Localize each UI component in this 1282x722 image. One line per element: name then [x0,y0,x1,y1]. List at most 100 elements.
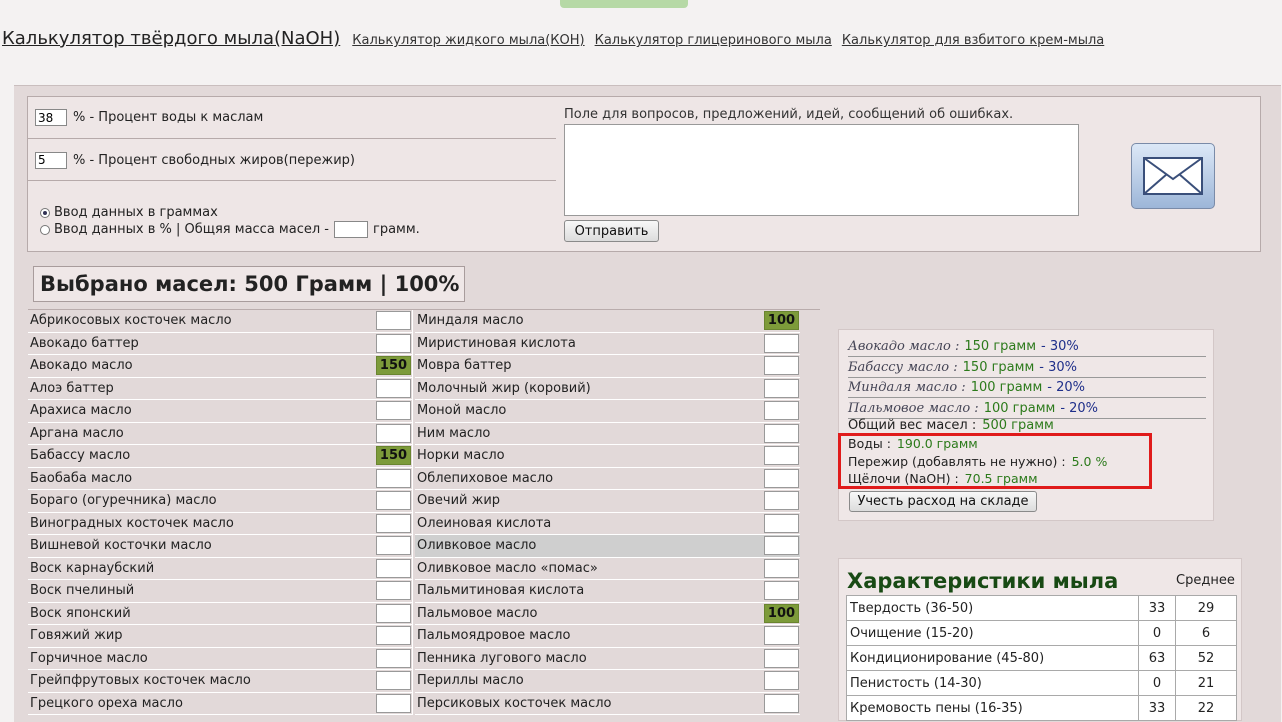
oil-table-row: Говяжий жир Пальмоядровое масло [28,625,820,648]
oil-name: Воск карнаубский [30,560,155,576]
settings-panel: % - Процент воды к маслам % - Процент св… [27,96,559,252]
oil-table-row: Бораго (огуречника) масло Овечий жир [28,490,820,513]
oil-name: Арахиса масло [30,403,132,419]
superfat-percent-input[interactable] [35,151,67,169]
oil-name: Бабассу масло [30,448,131,464]
oil-quantity-input[interactable] [376,558,411,578]
oil-name: Абрикосовых косточек масло [30,313,232,329]
nav-link-glycerin-soap[interactable]: Калькулятор глицеринового мыла [595,33,832,48]
superfat-percent-label: % - Процент свободных жиров(пережир) [73,152,355,168]
oil-quantity-input[interactable] [376,603,411,623]
oil-name: Бораго (огуречника) масло [30,493,217,509]
summary-oil-name: Авокадо масло : [848,338,960,354]
oil-quantity-input[interactable] [376,648,411,668]
property-name: Твердость (36-50) [847,596,1139,620]
oil-quantity-input[interactable] [764,581,799,601]
radio-percent[interactable] [40,224,50,235]
property-row: Пенистость (14-30) 0 21 [847,671,1236,696]
property-average: 52 [1197,650,1215,666]
oil-item: Пенника лугового масло [415,648,800,670]
oil-quantity-input[interactable]: 100 [764,311,799,331]
radio-grams-option[interactable]: Ввод данных в граммах [40,204,420,221]
total-mass-input[interactable] [333,221,368,238]
envelope-icon[interactable] [1131,143,1215,209]
oil-table-row: Грейпфрутовых косточек масло Периллы масл… [28,670,820,693]
oil-table-row: Грецкого ореха масло Персиковых косточек … [28,692,820,715]
oil-quantity-input[interactable] [376,401,411,421]
oil-item: Пальмовое масло 100 [415,603,800,625]
summary-oil-percent: - 20% [1047,379,1086,395]
oil-item: Облепиховое масло [415,468,800,490]
oil-name: Алоэ баттер [30,380,114,396]
feedback-textarea[interactable] [564,124,1079,216]
results-highlight-box [838,433,1152,489]
oil-item: Авокадо баттер [28,332,413,355]
input-mode-group: Ввод данных в граммах Ввод данных в % | … [40,204,420,238]
oil-quantity-input[interactable] [376,333,411,353]
oil-quantity-input[interactable] [764,648,799,668]
oil-quantity-input[interactable] [764,378,799,398]
property-average: 29 [1197,600,1215,616]
oil-quantity-input[interactable] [376,378,411,398]
oil-name: Говяжий жир [30,628,123,644]
oil-name: Пальмитиновая кислота [417,583,585,599]
property-name: Очищение (15-20) [847,621,1139,645]
oil-quantity-input[interactable]: 150 [376,356,411,376]
oil-quantity-input[interactable] [376,513,411,533]
oil-name: Периллы масло [417,673,524,689]
oil-quantity-input[interactable]: 100 [764,603,799,623]
oil-quantity-input[interactable] [764,356,799,376]
water-percent-input[interactable] [35,109,67,126]
property-row: Кондиционирование (45-80) 63 52 [847,646,1236,671]
grams-unit-label: грамм. [372,222,420,237]
radio-percent-option[interactable]: Ввод данных в % | Общяя масса масел - гр… [40,221,420,238]
oil-quantity-input[interactable] [764,513,799,533]
oil-name: Облепиховое масло [417,470,554,486]
oil-quantity-input[interactable] [764,423,799,443]
oil-table-row: Бабассу масло 150 Норки масло [28,445,820,468]
oil-quantity-input[interactable] [764,333,799,353]
nav-link-liquid-soap[interactable]: Калькулятор жидкого мыла(КОН) [352,33,584,48]
oil-quantity-input[interactable] [764,401,799,421]
oil-quantity-input[interactable] [376,693,411,713]
account-stock-button[interactable]: Учесть расход на складе [849,491,1037,512]
oil-quantity-input[interactable] [764,693,799,713]
oil-item: Периллы масло [415,670,800,693]
oil-quantity-input[interactable] [376,626,411,646]
radio-grams[interactable] [40,207,50,218]
send-button[interactable]: Отправить [564,220,659,242]
oil-quantity-input[interactable] [376,671,411,691]
nav-solid-soap-active[interactable]: Калькулятор твёрдого мыла(NaOH) [2,28,340,49]
oil-item: Миндаля масло 100 [415,310,800,333]
oil-quantity-input[interactable] [764,626,799,646]
oil-quantity-input[interactable] [376,491,411,511]
oil-table-row: Авокадо масло 150 Мовра баттер [28,355,820,378]
total-oil-weight-value: 500 грамм [982,418,1054,433]
oil-quantity-input[interactable] [376,536,411,556]
recipe-summary: Авокадо масло : 150 грамм - 30% Бабассу … [838,329,1214,521]
total-oil-weight-label: Общий вес масел : [848,418,977,433]
summary-oil-line: Бабассу масло : 150 грамм - 30% [848,357,1206,378]
oil-item: Грецкого ореха масло [28,692,413,715]
total-oil-weight: Общий вес масел : 500 грамм [848,418,1054,433]
calculator-nav: Калькулятор твёрдого мыла(NaOH) Калькуля… [2,28,1114,52]
oil-item: Пальмоядровое масло [415,625,800,648]
oil-quantity-input[interactable] [764,536,799,556]
oil-quantity-input[interactable] [764,468,799,488]
nav-link-whipped-soap[interactable]: Калькулятор для взбитого крем-мыла [842,33,1104,48]
oil-quantity-input[interactable] [376,311,411,331]
oil-name: Воск японский [30,605,131,621]
oil-quantity-input[interactable] [764,558,799,578]
oil-item: Пальмитиновая кислота [415,580,800,603]
oil-quantity-input[interactable] [764,671,799,691]
oil-quantity-input[interactable] [376,423,411,443]
oil-quantity-input[interactable] [376,468,411,488]
oil-item: Бораго (огуречника) масло [28,490,413,513]
oil-quantity-input[interactable] [376,581,411,601]
summary-oil-percent: - 20% [1060,400,1099,416]
property-row: Очищение (15-20) 0 6 [847,621,1236,646]
oil-name: Овечий жир [417,493,501,509]
oil-quantity-input[interactable] [764,446,799,466]
oil-quantity-input[interactable] [764,491,799,511]
oil-quantity-input[interactable]: 150 [376,446,411,466]
